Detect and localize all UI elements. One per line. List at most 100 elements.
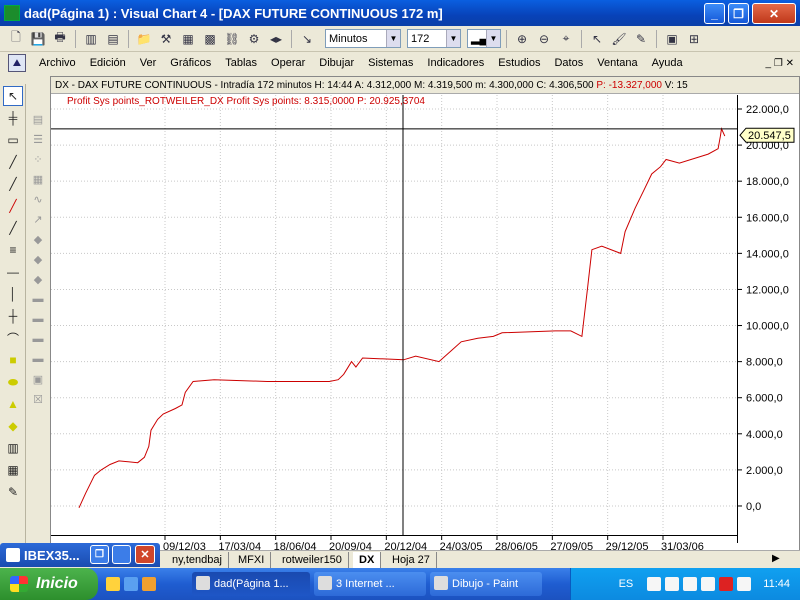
properties-icon[interactable]: ⚙ [244,29,264,49]
ray-icon[interactable]: ╱ [3,218,23,238]
table-icon[interactable]: ▦ [29,170,47,188]
start-button[interactable]: Inicio [0,568,98,600]
task-paint[interactable]: Dibujo - Paint [430,572,542,596]
wave-icon[interactable]: ∿ [29,190,47,208]
tools-icon[interactable]: ⚒ [156,29,176,49]
minimize-button[interactable]: _ [704,3,725,24]
box-4-icon[interactable]: ▬ [29,350,47,368]
channel-icon[interactable]: ≡ [3,240,23,260]
folder-icon[interactable]: 📁 [134,29,154,49]
tab-dx[interactable]: DX [353,552,382,568]
trendline-icon[interactable]: ╱ [3,174,23,194]
menu-ayuda[interactable]: Ayuda [645,57,690,69]
candle-chart-icon[interactable]: ▤ [103,29,123,49]
print-icon[interactable]: 🖶 [50,29,70,49]
menu-archivo[interactable]: Archivo [32,57,83,69]
text-icon[interactable]: ▤ [29,110,47,128]
tray-icon-1[interactable] [647,577,662,591]
menu-ver[interactable]: Ver [133,57,164,69]
layers-icon[interactable]: ☰ [29,130,47,148]
gann-icon[interactable]: ▦ [3,460,23,480]
rectangle-select-icon[interactable]: ▭ [3,130,23,150]
cross-icon[interactable]: ┼ [3,306,23,326]
fibonacci-icon[interactable]: ▥ [3,438,23,458]
box-3-icon[interactable]: ▬ [29,330,47,348]
club-icon[interactable] [106,577,120,591]
close-icon[interactable]: ✕ [135,545,155,564]
chart-window-icon[interactable]: ▩ [200,29,220,49]
chart-svg[interactable] [51,95,737,535]
menu-graficos[interactable]: Gráficos [163,57,218,69]
arc-icon[interactable]: ⌒ [3,328,23,348]
box-2-icon[interactable]: ▬ [29,310,47,328]
grid-dots-icon[interactable]: ⁘ [29,150,47,168]
tray-icon-2[interactable] [665,577,680,591]
timeframe-select[interactable]: Minutos ▼ [325,29,401,48]
grid-icon[interactable]: ▦ [178,29,198,49]
menu-dibujar[interactable]: Dibujar [312,57,361,69]
ruler-icon[interactable]: ╪ [3,108,23,128]
image-icon[interactable]: ▣ [29,370,47,388]
diamond-small-2-icon[interactable]: ◆ [29,250,47,268]
chart-style-select[interactable]: ▂▄ ▼ [467,29,501,48]
horizontal-line-icon[interactable]: — [3,262,23,282]
tab-mfxi[interactable]: MFXI [232,552,272,568]
pencil-icon[interactable]: ✎ [3,482,23,502]
arrow-diag-icon[interactable]: ↗ [29,210,47,228]
task-visual-chart[interactable]: dad(Página 1... [192,572,310,596]
crosshair-icon[interactable]: ⌖ [556,29,576,49]
zoom-out-icon[interactable]: ⊖ [534,29,554,49]
period-select[interactable]: 172 ▼ [407,29,461,48]
ellipse-icon[interactable]: ⬬ [3,372,23,392]
tab-ny-tendbaj[interactable]: ny,tendbaj [166,552,229,568]
ie-icon[interactable] [124,577,138,591]
tray-icon-5[interactable] [719,577,734,591]
zoom-in-icon[interactable]: ⊕ [512,29,532,49]
tab-scroll-right-icon[interactable]: ▶ [772,553,780,564]
save-icon[interactable]: 💾 [28,29,48,49]
close-box-icon[interactable]: ☒ [29,390,47,408]
tab-hoja-27[interactable]: Hoja 27 [386,552,437,568]
maximize-icon[interactable] [112,545,131,564]
tray-icon-3[interactable] [683,577,698,591]
menu-ventana[interactable]: Ventana [590,57,644,69]
diamond-small-3-icon[interactable]: ◆ [29,270,47,288]
diamond-small-icon[interactable]: ◆ [29,230,47,248]
restore-icon[interactable]: ❐ [90,545,109,564]
diamond-icon[interactable]: ◆ [3,416,23,436]
pen-icon[interactable]: ✎ [631,29,651,49]
red-line-icon[interactable]: ╱ [3,196,23,216]
cursor-icon[interactable]: ↖ [587,29,607,49]
floating-window[interactable]: IBEX35... ❐ ✕ [0,543,160,567]
language-indicator[interactable]: ES [619,578,634,590]
tile-icon[interactable]: ⊞ [684,29,704,49]
media-icon[interactable] [142,577,156,591]
mdi-controls[interactable]: _ ❐ ✕ [766,58,794,69]
line-icon[interactable]: ╱ [3,152,23,172]
menu-operar[interactable]: Operar [264,57,312,69]
tray-icon-4[interactable] [701,577,716,591]
box-icon[interactable]: ▬ [29,290,47,308]
paint-icon[interactable]: 🖌 [609,29,629,49]
menu-sistemas[interactable]: Sistemas [361,57,420,69]
select-arrow-icon[interactable]: ↖ [3,86,23,106]
vertical-line-icon[interactable]: │ [3,284,23,304]
menu-estudios[interactable]: Estudios [491,57,547,69]
pointer-icon[interactable]: ↘ [297,29,317,49]
triangle-icon[interactable]: ▲ [3,394,23,414]
new-icon[interactable]: 🗋 [6,29,26,49]
close-button[interactable]: ✕ [752,3,796,24]
maximize-button[interactable]: ❐ [728,3,749,24]
menu-edicion[interactable]: Edición [83,57,133,69]
square-icon[interactable]: ■ [3,350,23,370]
menu-tablas[interactable]: Tablas [218,57,264,69]
menu-datos[interactable]: Datos [547,57,590,69]
window-layout-icon[interactable]: ▣ [662,29,682,49]
task-internet[interactable]: 3 Internet ... [314,572,426,596]
link-icon[interactable]: ⛓ [222,29,242,49]
scroll-icon[interactable]: ◂▸ [266,29,286,49]
bar-chart-icon[interactable]: ▥ [81,29,101,49]
tab-rotweiler150[interactable]: rotweiler150 [276,552,349,568]
menu-indicadores[interactable]: Indicadores [420,57,491,69]
chart-plot-area[interactable] [51,95,737,543]
